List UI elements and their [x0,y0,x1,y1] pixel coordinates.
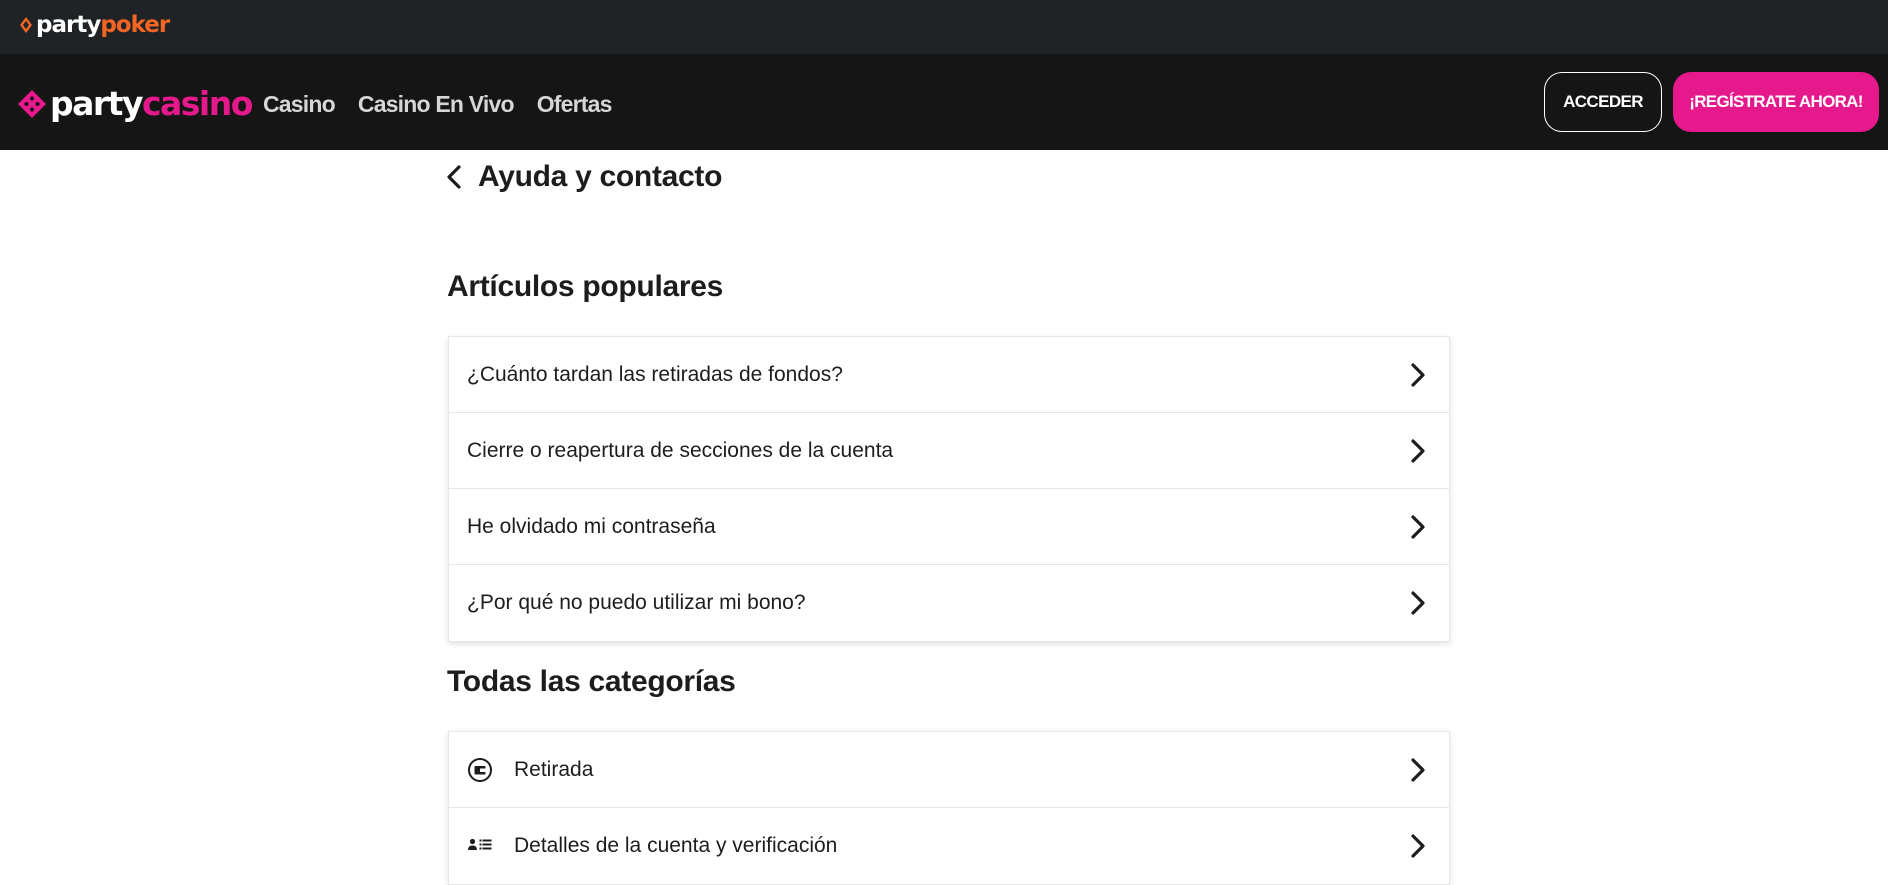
main-nav: Casino Casino En Vivo Ofertas [263,86,612,122]
partycasino-wordmark: partycasino [50,84,253,123]
popular-article-item[interactable]: ¿Por qué no puedo utilizar mi bono? [449,565,1449,641]
article-label: He olvidado mi contraseña [467,514,716,538]
chevron-right-icon [1411,758,1425,782]
all-categories-title: Todas las categorías [447,665,736,698]
register-button[interactable]: ¡REGÍSTRATE AHORA! [1673,72,1879,132]
casino-diamond-icon [18,90,46,118]
main-header: partycasino Casino Casino En Vivo Oferta… [0,54,1888,150]
popular-article-item[interactable]: Cierre o reapertura de secciones de la c… [449,413,1449,489]
chevron-right-icon [1411,363,1425,387]
partypoker-logo[interactable]: partypoker [20,11,170,39]
category-label: Detalles de la cuenta y verificación [514,834,838,857]
category-item-account-details[interactable]: Detalles de la cuenta y verificación [449,808,1449,884]
login-button[interactable]: ACCEDER [1544,72,1662,132]
nav-casino-en-vivo[interactable]: Casino En Vivo [358,86,515,122]
article-label: Cierre o reapertura de secciones de la c… [467,438,894,462]
category-item-retirada[interactable]: Retirada [449,732,1449,808]
chevron-right-icon [1411,834,1425,858]
popular-article-item[interactable]: He olvidado mi contraseña [449,489,1449,565]
page-title: Ayuda y contacto [478,160,723,193]
back-link[interactable]: Ayuda y contacto [444,157,722,197]
chevron-left-icon [447,165,461,189]
partycasino-logo[interactable]: partycasino [17,84,253,124]
poker-diamond-icon [20,17,32,33]
nav-ofertas[interactable]: Ofertas [537,86,613,122]
popular-articles-title: Artículos populares [447,270,724,303]
article-label: ¿Por qué no puedo utilizar mi bono? [467,591,806,614]
partypoker-wordmark: partypoker [36,12,170,38]
account-details-icon [467,833,493,859]
category-label: Retirada [514,757,594,781]
chevron-right-icon [1411,591,1425,615]
article-label: ¿Cuánto tardan las retiradas de fondos? [467,362,843,386]
chevron-right-icon [1411,515,1425,539]
popular-articles-list: ¿Cuánto tardan las retiradas de fondos? … [448,336,1450,642]
chevron-right-icon [1411,439,1425,463]
wallet-icon [467,757,493,783]
nav-casino[interactable]: Casino [263,86,336,122]
partypoker-bar: partypoker [0,0,1888,54]
categories-list: Retirada Detalles de la cuenta y verific… [448,731,1450,885]
popular-article-item[interactable]: ¿Cuánto tardan las retiradas de fondos? [449,337,1449,413]
